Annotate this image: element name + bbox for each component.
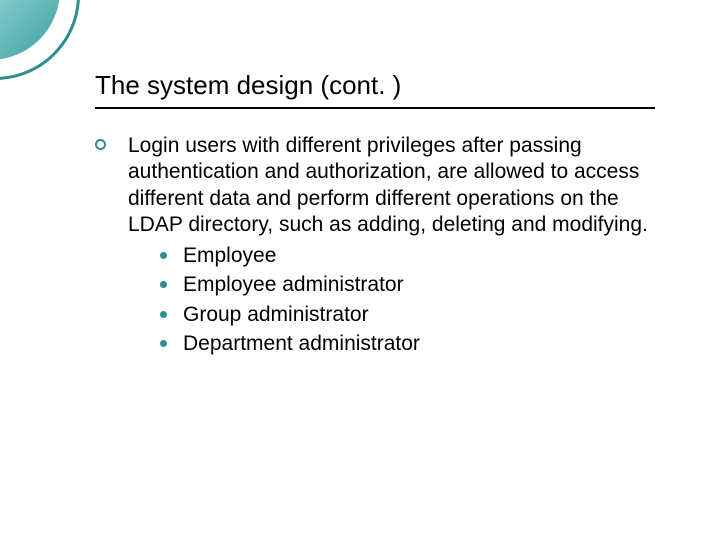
bullet-text: Login users with different privileges af… (128, 133, 655, 238)
list-item: Employee (160, 242, 655, 269)
solid-circle-icon (160, 340, 167, 347)
hollow-circle-icon (95, 139, 106, 150)
sub-item-label: Group administrator (183, 301, 369, 328)
slide-content: The system design (cont. ) Login users w… (95, 70, 655, 357)
solid-circle-icon (160, 281, 167, 288)
sub-item-label: Employee (183, 242, 276, 269)
solid-circle-icon (160, 311, 167, 318)
list-item: Group administrator (160, 301, 655, 328)
bullet-item: Login users with different privileges af… (95, 133, 655, 357)
sub-list: Employee Employee administrator Group ad… (128, 242, 655, 357)
list-item: Department administrator (160, 330, 655, 357)
title-underline (95, 107, 655, 109)
list-item: Employee administrator (160, 271, 655, 298)
sub-item-label: Employee administrator (183, 271, 404, 298)
sub-item-label: Department administrator (183, 330, 420, 357)
bullet-body: Login users with different privileges af… (128, 133, 655, 357)
solid-circle-icon (160, 252, 167, 259)
slide-title: The system design (cont. ) (95, 70, 655, 101)
